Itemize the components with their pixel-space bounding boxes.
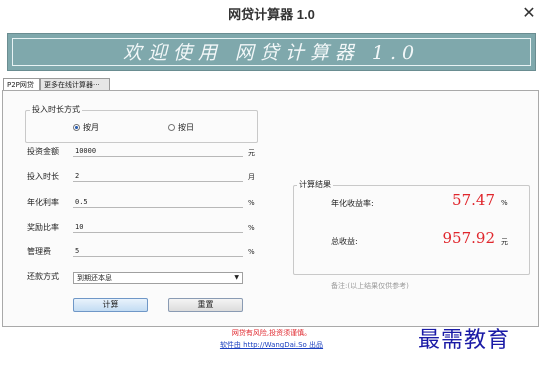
duration-mode-title: 投入时长方式 xyxy=(30,104,82,115)
results-note: 备注:(以上结果仅供参考) xyxy=(331,282,409,290)
welcome-banner: 欢迎使用 网贷计算器 1.0 xyxy=(7,33,536,71)
results-title: 计算结果 xyxy=(297,179,333,190)
reward-rate-unit: % xyxy=(248,224,255,232)
radio-by-day[interactable]: 按日 xyxy=(168,122,194,133)
repayment-select[interactable]: 到期还本息 ▼ xyxy=(73,272,243,284)
repayment-label: 还款方式 xyxy=(27,272,59,281)
reward-rate-label: 奖励比率 xyxy=(27,223,59,232)
amount-unit: 元 xyxy=(248,149,255,157)
dropdown-arrow-icon: ▼ xyxy=(234,274,239,281)
repayment-selected-value: 到期还本息 xyxy=(77,274,112,282)
duration-unit: 月 xyxy=(248,173,255,181)
duration-label: 投入时长 xyxy=(27,172,59,181)
amount-label: 投资金额 xyxy=(27,147,59,156)
annual-yield-value: 57.47 xyxy=(452,191,495,209)
annual-rate-input[interactable]: 0.5 xyxy=(73,197,243,208)
annual-yield-unit: % xyxy=(501,199,508,207)
radio-unselected-icon xyxy=(168,124,175,131)
total-income-label: 总收益: xyxy=(331,237,358,246)
reset-button[interactable]: 重置 xyxy=(168,298,243,312)
management-fee-unit: % xyxy=(248,248,255,256)
total-income-value: 957.92 xyxy=(442,229,496,247)
watermark-text: 最需教育 xyxy=(418,328,511,353)
total-income-unit: 元 xyxy=(501,238,508,246)
close-icon[interactable]: ✕ xyxy=(519,0,539,26)
radio-selected-icon xyxy=(73,124,80,131)
management-fee-input[interactable]: 5 xyxy=(73,246,243,257)
annual-rate-label: 年化利率 xyxy=(27,198,59,207)
reward-rate-input[interactable]: 10 xyxy=(73,222,243,233)
amount-input[interactable]: 10000 xyxy=(73,146,243,157)
annual-rate-unit: % xyxy=(248,199,255,207)
calculator-panel: 投入时长方式 按月 按日 投资金额 10000 元 投入时长 2 月 年化利率 … xyxy=(2,90,539,327)
banner-text: 欢迎使用 网贷计算器 1.0 xyxy=(122,42,421,64)
duration-input[interactable]: 2 xyxy=(73,171,243,182)
annual-yield-label: 年化收益率: xyxy=(331,199,374,208)
window-title: 网贷计算器 1.0 xyxy=(228,7,315,22)
title-bar: 网贷计算器 1.0 ✕ xyxy=(0,0,543,26)
radio-by-month[interactable]: 按月 xyxy=(73,122,99,133)
management-fee-label: 管理费 xyxy=(27,247,51,256)
calculate-button[interactable]: 计算 xyxy=(73,298,148,312)
